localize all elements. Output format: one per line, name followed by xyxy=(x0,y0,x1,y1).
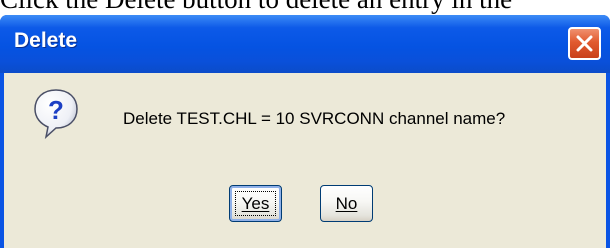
close-button[interactable] xyxy=(568,27,601,60)
dialog-title: Delete xyxy=(14,29,78,52)
no-button[interactable]: No xyxy=(320,185,373,222)
no-button-label: No xyxy=(335,193,358,213)
title-bar[interactable]: Delete xyxy=(0,15,610,73)
background-document-text: Click the Delete button to delete an ent… xyxy=(0,0,610,15)
close-icon xyxy=(576,35,593,52)
yes-button[interactable]: Yes xyxy=(229,185,282,222)
focus-ring xyxy=(235,191,276,216)
dialog-body: ? Delete TEST.CHL = 10 SVRCONN channel n… xyxy=(4,73,606,248)
dialog-message: Delete TEST.CHL = 10 SVRCONN channel nam… xyxy=(123,109,506,128)
question-icon: ? xyxy=(34,89,78,139)
delete-dialog: Delete ? Delete TEST.CHL = 10 SVRCONN ch… xyxy=(0,15,610,248)
svg-text:?: ? xyxy=(48,95,64,125)
